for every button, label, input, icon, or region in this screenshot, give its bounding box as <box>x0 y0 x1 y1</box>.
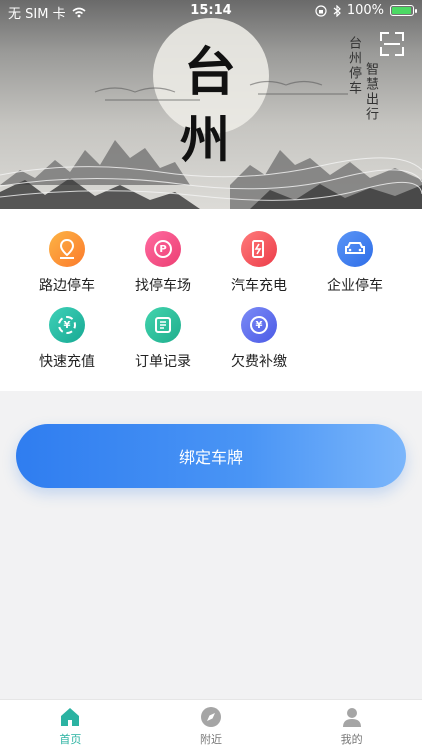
menu-item-find-parking-lot[interactable]: P 找停车场 <box>115 231 211 295</box>
car-icon <box>337 231 373 267</box>
menu-item-quick-recharge[interactable]: ¥ 快速充值 <box>19 307 115 371</box>
tab-nearby[interactable]: 附近 <box>141 700 282 750</box>
banner: 台 州 台州停车 智慧出行 <box>0 0 422 209</box>
menu-label: 企业停车 <box>327 278 383 294</box>
compass-icon <box>201 707 221 727</box>
menu-item-pay-arrears[interactable]: ¥ 欠费补缴 <box>211 307 307 371</box>
menu-label: 汽车充电 <box>231 278 287 294</box>
banner-title-char-1: 台 <box>184 42 237 103</box>
order-list-icon <box>145 307 181 343</box>
menu-item-ev-charging[interactable]: 汽车充电 <box>211 231 307 295</box>
tab-label: 我的 <box>340 733 363 746</box>
banner-slogan-2: 智慧出行 <box>363 62 378 122</box>
battery-percent: 100% <box>346 3 384 18</box>
tab-label: 附近 <box>200 733 222 746</box>
banner-title-char-2: 州 <box>180 110 230 169</box>
tab-mine[interactable]: 我的 <box>281 700 422 750</box>
menu-item-order-records[interactable]: 订单记录 <box>115 307 211 371</box>
service-menu: 路边停车 P 找停车场 汽车充电 企业停车 ¥ 快速充值 订单记录 ¥ 欠费补缴 <box>0 209 422 391</box>
arrears-payment-icon: ¥ <box>241 307 277 343</box>
charging-station-icon <box>241 231 277 267</box>
status-bar: 无 SIM 卡 15:14 100% <box>0 0 422 22</box>
battery-icon <box>390 5 417 16</box>
menu-label: 找停车场 <box>135 278 191 294</box>
orientation-lock-icon <box>315 4 327 17</box>
menu-label: 快速充值 <box>39 354 95 370</box>
parking-search-icon: P <box>145 231 181 267</box>
menu-label: 订单记录 <box>135 354 191 370</box>
home-icon <box>61 708 80 726</box>
scan-icon[interactable] <box>380 32 404 56</box>
bind-plate-button[interactable]: 绑定车牌 <box>16 424 406 488</box>
tab-bar: 首页 附近 我的 <box>0 699 422 750</box>
profile-icon <box>342 708 361 727</box>
menu-item-roadside-parking[interactable]: 路边停车 <box>19 231 115 295</box>
menu-label: 路边停车 <box>39 278 95 294</box>
location-pin-icon <box>49 231 85 267</box>
menu-label: 欠费补缴 <box>231 354 287 370</box>
menu-item-enterprise-parking[interactable]: 企业停车 <box>307 231 403 295</box>
bluetooth-icon <box>333 4 341 17</box>
tab-home[interactable]: 首页 <box>0 700 141 750</box>
recharge-icon: ¥ <box>49 307 85 343</box>
tab-label: 首页 <box>59 733 82 746</box>
